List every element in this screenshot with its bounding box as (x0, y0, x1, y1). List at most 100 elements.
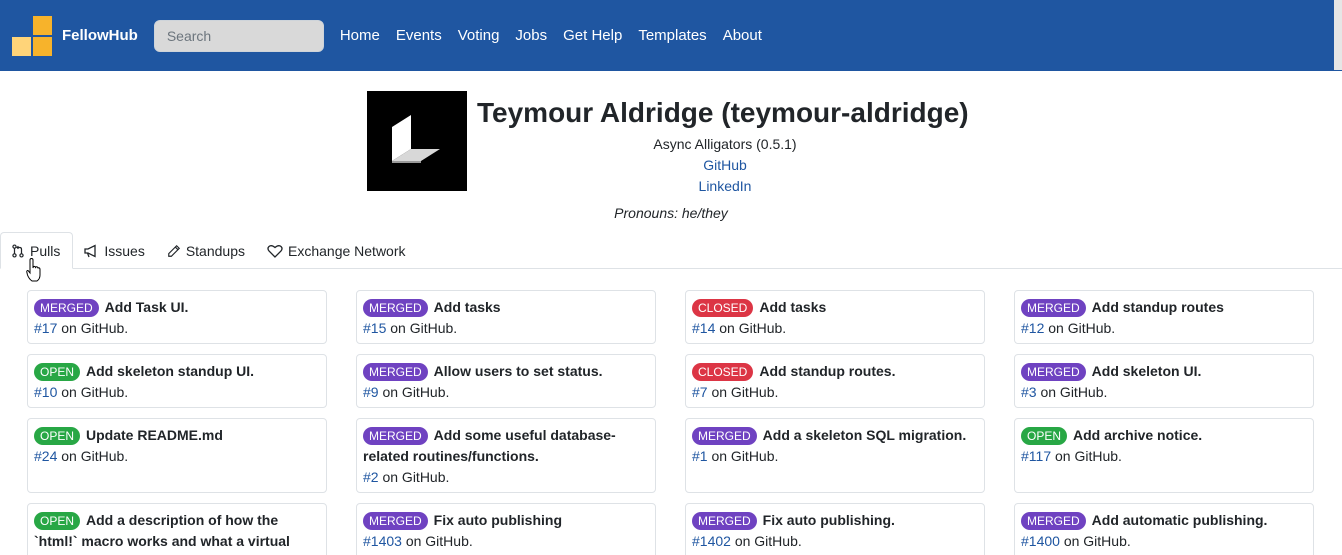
pull-title: Fix auto publishing. (762, 512, 895, 528)
tab-exchange-network[interactable]: Exchange Network (257, 232, 418, 269)
pull-number-link[interactable]: #12 (1021, 320, 1044, 336)
pull-card[interactable]: CLOSED Add standup routes. #7 on GitHub. (685, 354, 985, 408)
tab-pulls-label: Pulls (30, 242, 61, 259)
status-badge: CLOSED (692, 363, 754, 381)
pull-number-link[interactable]: #1402 (692, 533, 731, 549)
pull-suffix: on GitHub. (57, 448, 129, 464)
pronouns: Pronouns: he/they (0, 205, 1342, 221)
pronouns-text: Pronouns: he/they (614, 205, 728, 221)
status-badge: OPEN (34, 427, 81, 445)
profile-info: Teymour Aldridge (teymour-aldridge) Asyn… (477, 91, 973, 194)
pull-card[interactable]: OPEN Add skeleton standup UI. #10 on GitH… (27, 354, 327, 408)
pull-card[interactable]: MERGED Add some useful database-related r… (356, 418, 656, 493)
status-badge: MERGED (692, 427, 757, 445)
pull-title: Update README.md (86, 427, 223, 443)
pull-number-link[interactable]: #10 (34, 384, 57, 400)
linkedin-link[interactable]: LinkedIn (477, 178, 973, 194)
pull-number-link[interactable]: #7 (692, 384, 708, 400)
pull-number-link[interactable]: #24 (34, 448, 57, 464)
status-badge: OPEN (34, 512, 81, 530)
pull-title: Add skeleton standup UI. (86, 363, 255, 379)
pull-card[interactable]: MERGED Fix auto publishing. #1402 on GitH… (685, 503, 985, 555)
pull-suffix: on GitHub. (401, 533, 473, 549)
nav-link-about[interactable]: About (715, 27, 770, 44)
pull-number-link[interactable]: #1 (692, 448, 708, 464)
pull-number-link[interactable]: #3 (1021, 384, 1037, 400)
pull-suffix: on GitHub. (57, 320, 129, 336)
pull-card[interactable]: MERGED Add Task UI. #17 on GitHub. (27, 290, 327, 344)
nav-link-get-help[interactable]: Get Help (555, 27, 630, 44)
nav-link-events[interactable]: Events (388, 27, 450, 44)
nav-link-home[interactable]: Home (332, 27, 388, 44)
fellowhub-logo-icon (12, 15, 52, 56)
status-badge: MERGED (1021, 299, 1086, 317)
pull-suffix: on GitHub. (707, 448, 779, 464)
pull-card[interactable]: MERGED Allow users to set status. #9 on G… (356, 354, 656, 408)
pull-number-link[interactable]: #9 (363, 384, 379, 400)
pull-card[interactable]: MERGED Fix auto publishing #1403 on GitHu… (356, 503, 656, 555)
pull-title: Add archive notice. (1073, 427, 1203, 443)
tab-standups-label: Standups (185, 242, 245, 259)
pull-title: Add tasks (759, 299, 827, 315)
pull-card[interactable]: OPEN Update README.md #24 on GitHub. (27, 418, 327, 493)
nav-link-voting[interactable]: Voting (450, 27, 508, 44)
pull-title: Add standup routes. (759, 363, 896, 379)
pull-suffix: on GitHub. (1044, 320, 1116, 336)
status-badge: CLOSED (692, 299, 754, 317)
pull-title: Add tasks (433, 299, 501, 315)
pull-card[interactable]: CLOSED Add tasks #14 on GitHub. (685, 290, 985, 344)
pull-title: Add a skeleton SQL migration. (762, 427, 967, 443)
profile-name: Teymour Aldridge (teymour-aldridge) (477, 97, 969, 128)
nav-link-jobs[interactable]: Jobs (507, 27, 555, 44)
pull-suffix: on GitHub. (707, 384, 779, 400)
pull-card[interactable]: MERGED Add skeleton UI. #3 on GitHub. (1014, 354, 1314, 408)
hand-cursor-icon (26, 258, 41, 282)
pull-card[interactable]: OPEN Add archive notice. #117 on GitHub. (1014, 418, 1314, 493)
status-badge: MERGED (1021, 363, 1086, 381)
heart-icon (267, 244, 283, 258)
pull-number-link[interactable]: #1403 (363, 533, 402, 549)
pencil-icon (168, 244, 180, 257)
profile-header: Teymour Aldridge (teymour-aldridge) Asyn… (367, 91, 973, 194)
status-badge: OPEN (1021, 427, 1068, 445)
pull-number-link[interactable]: #15 (363, 320, 386, 336)
pull-number-link[interactable]: #14 (692, 320, 715, 336)
profile-team: Async Alligators (0.5.1) (653, 136, 797, 152)
search-input[interactable] (153, 19, 324, 52)
pull-suffix: on GitHub. (1059, 533, 1131, 549)
github-link[interactable]: GitHub (477, 157, 973, 173)
pull-card[interactable]: MERGED Add a skeleton SQL migration. #1 o… (685, 418, 985, 493)
tab-issues[interactable]: Issues (73, 232, 156, 269)
nav-links: Home Events Voting Jobs Get Help Templat… (332, 27, 770, 44)
pull-card[interactable]: OPEN Add a description of how the `html!`… (27, 503, 327, 555)
pull-card[interactable]: MERGED Add tasks #15 on GitHub. (356, 290, 656, 344)
brand[interactable]: FellowHub (12, 15, 138, 56)
pull-number-link[interactable]: #2 (363, 469, 379, 485)
status-badge: OPEN (34, 363, 81, 381)
pull-suffix: on GitHub. (386, 320, 458, 336)
status-badge: MERGED (363, 299, 428, 317)
brand-name[interactable]: FellowHub (62, 27, 138, 44)
nav-link-templates[interactable]: Templates (630, 27, 714, 44)
pull-title: Add Task UI. (104, 299, 189, 315)
pull-number-link[interactable]: #17 (34, 320, 57, 336)
pull-title: Add skeleton UI. (1091, 363, 1202, 379)
status-badge: MERGED (1021, 512, 1086, 530)
pull-suffix: on GitHub. (1051, 448, 1122, 464)
pull-number-link[interactable]: #117 (1021, 448, 1051, 464)
pull-title: Add automatic publishing. (1091, 512, 1268, 528)
tab-standups[interactable]: Standups (157, 232, 257, 269)
navbar: FellowHub Home Events Voting Jobs Get He… (0, 0, 1342, 71)
pull-card[interactable]: MERGED Add automatic publishing. #1400 on… (1014, 503, 1314, 555)
status-badge: MERGED (34, 299, 99, 317)
status-badge: MERGED (363, 427, 428, 445)
pull-title: Fix auto publishing (433, 512, 562, 528)
pull-number-link[interactable]: #1400 (1021, 533, 1060, 549)
pull-request-icon (12, 243, 24, 258)
tab-exchange-network-label: Exchange Network (288, 242, 406, 259)
tab-issues-label: Issues (104, 242, 145, 259)
pull-card[interactable]: MERGED Add standup routes #12 on GitHub. (1014, 290, 1314, 344)
scrollbar[interactable] (1334, 0, 1342, 70)
megaphone-icon (84, 243, 97, 258)
pull-suffix: on GitHub. (715, 320, 787, 336)
